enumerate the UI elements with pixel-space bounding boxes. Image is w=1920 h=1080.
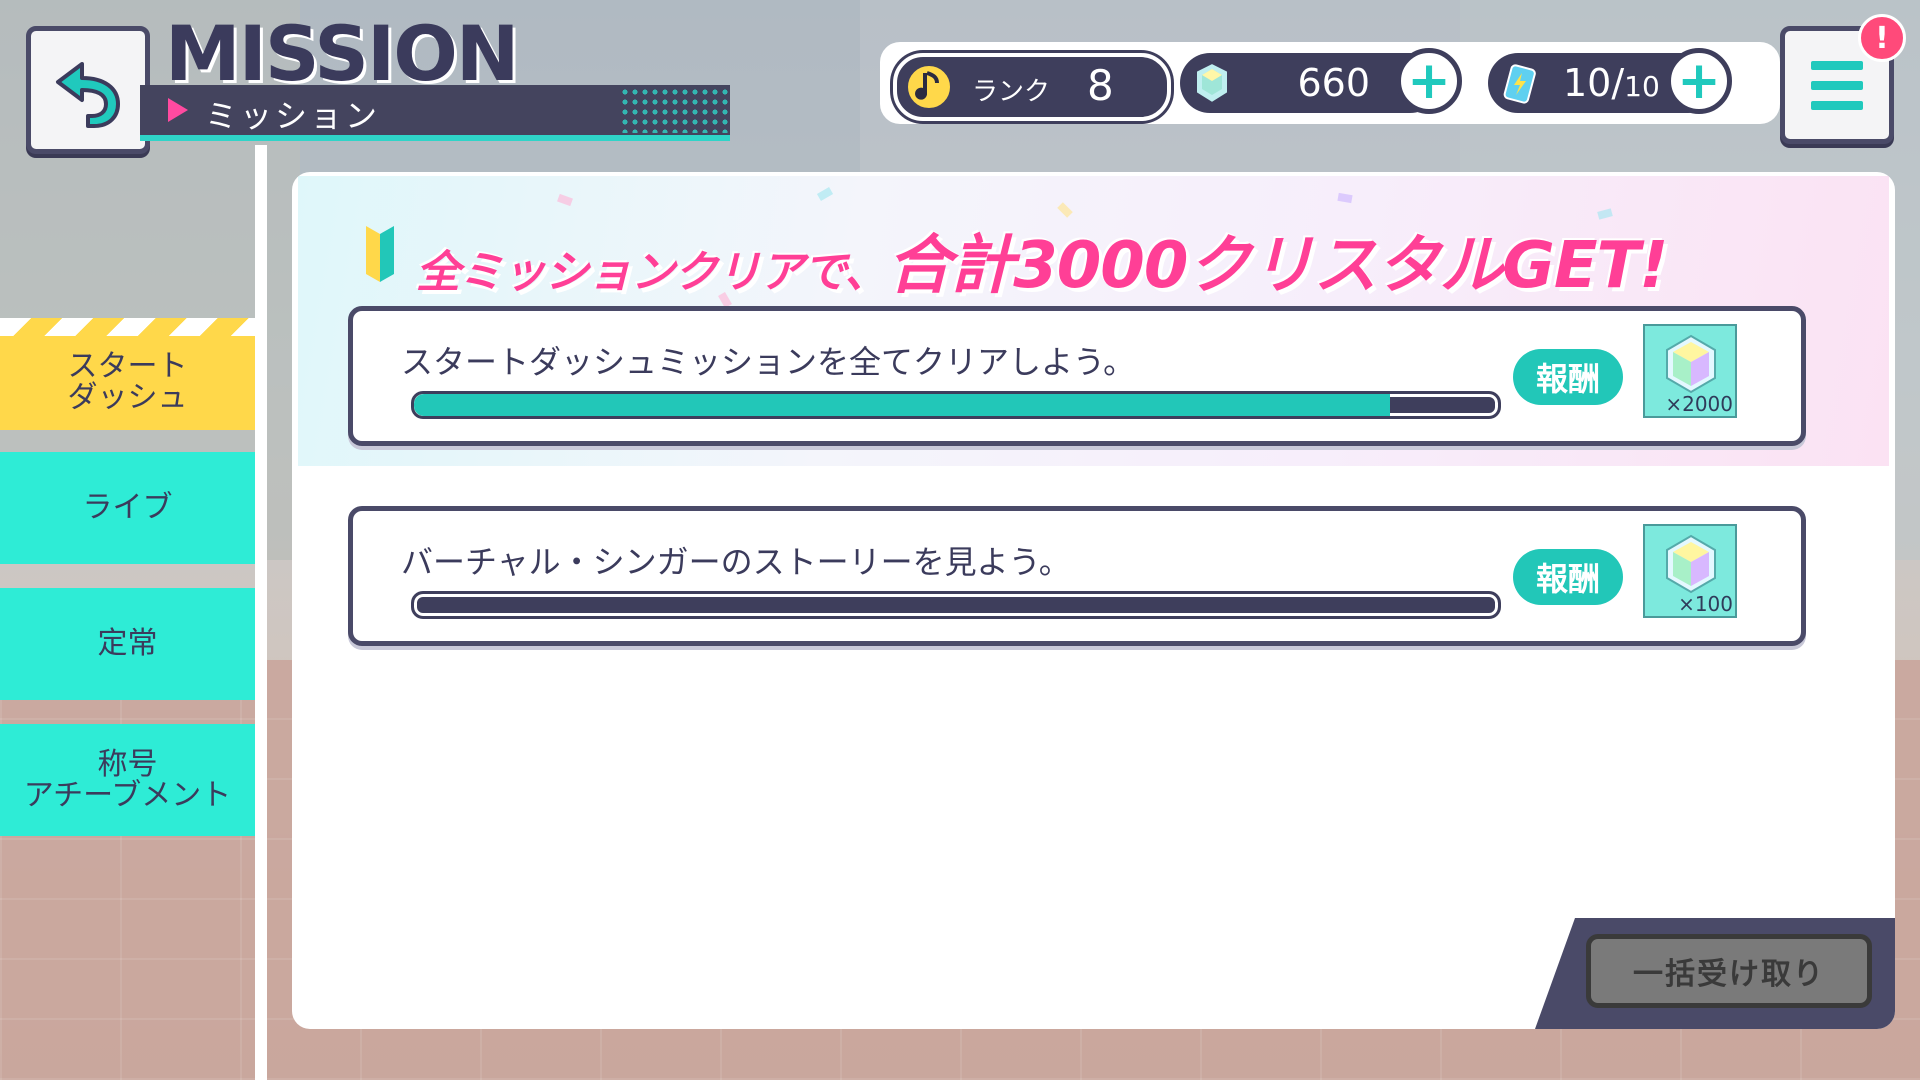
mission-card[interactable]: スタートダッシュミッションを全てクリアしよう。 報酬 ×2000 bbox=[348, 306, 1806, 446]
rank-label: ランク bbox=[972, 77, 1051, 107]
tab-label: スタート ダッシュ bbox=[67, 348, 188, 415]
tab-label: 定常 bbox=[97, 626, 158, 662]
banner-text: 全ミッションクリアで、合計3000クリスタルGET! bbox=[416, 229, 1668, 303]
page-title: MISSION bbox=[165, 9, 519, 98]
reward-crystal-item[interactable]: ×2000 bbox=[1643, 324, 1737, 418]
mission-description: バーチャル・シンガーのストーリーを見よう。 bbox=[401, 543, 1071, 581]
reward-crystal-item[interactable]: ×100 bbox=[1643, 524, 1737, 618]
beginner-mark-icon bbox=[366, 226, 394, 282]
mission-progress-bar bbox=[411, 391, 1501, 419]
menu-bar bbox=[1811, 81, 1863, 90]
notification-badge: ! bbox=[1858, 14, 1906, 62]
reward-label: 報酬 bbox=[1513, 349, 1623, 405]
mission-progress-bar bbox=[411, 591, 1501, 619]
mission-progress-fill bbox=[414, 394, 1390, 416]
mission-panel: 全ミッションクリアで、合計3000クリスタルGET! スタートダッシュミッション… bbox=[292, 172, 1895, 1029]
rank-display[interactable]: ランク 8 bbox=[893, 53, 1171, 121]
bulk-receive-button[interactable]: 一括受け取り bbox=[1586, 934, 1872, 1008]
crystal-icon bbox=[1666, 534, 1716, 594]
tab-achievement[interactable]: 称号 アチーブメント bbox=[0, 724, 255, 836]
crystal-value: 660 bbox=[1297, 61, 1370, 105]
tab-live[interactable]: ライブ bbox=[0, 452, 255, 564]
energy-value: 10/10 bbox=[1563, 61, 1660, 105]
music-note-icon bbox=[906, 64, 952, 110]
tab-start-dash[interactable]: スタート ダッシュ bbox=[0, 318, 255, 430]
battery-icon bbox=[1503, 64, 1536, 104]
dot-pattern-decoration bbox=[620, 87, 730, 133]
reward-label: 報酬 bbox=[1513, 549, 1623, 605]
reward-quantity: ×100 bbox=[1678, 592, 1733, 616]
add-crystal-button[interactable]: + bbox=[1396, 48, 1462, 114]
back-button[interactable] bbox=[26, 26, 150, 154]
menu-bar bbox=[1811, 101, 1863, 110]
reward-quantity: ×2000 bbox=[1665, 392, 1733, 416]
menu-bar bbox=[1811, 61, 1863, 70]
rank-value: 8 bbox=[1087, 61, 1114, 110]
crystal-icon bbox=[1666, 334, 1716, 394]
play-triangle-icon bbox=[168, 98, 188, 122]
tab-label: ライブ bbox=[82, 490, 173, 526]
add-energy-button[interactable]: + bbox=[1666, 48, 1732, 114]
tab-regular[interactable]: 定常 bbox=[0, 588, 255, 700]
tab-label: 称号 アチーブメント bbox=[23, 746, 232, 813]
crystal-icon bbox=[1195, 61, 1229, 105]
mission-description: スタートダッシュミッションを全てクリアしよう。 bbox=[401, 343, 1136, 381]
mission-card[interactable]: バーチャル・シンガーのストーリーを見よう。 報酬 ×100 bbox=[348, 506, 1806, 646]
back-arrow-icon bbox=[56, 62, 120, 128]
sidebar-divider bbox=[255, 145, 267, 1080]
